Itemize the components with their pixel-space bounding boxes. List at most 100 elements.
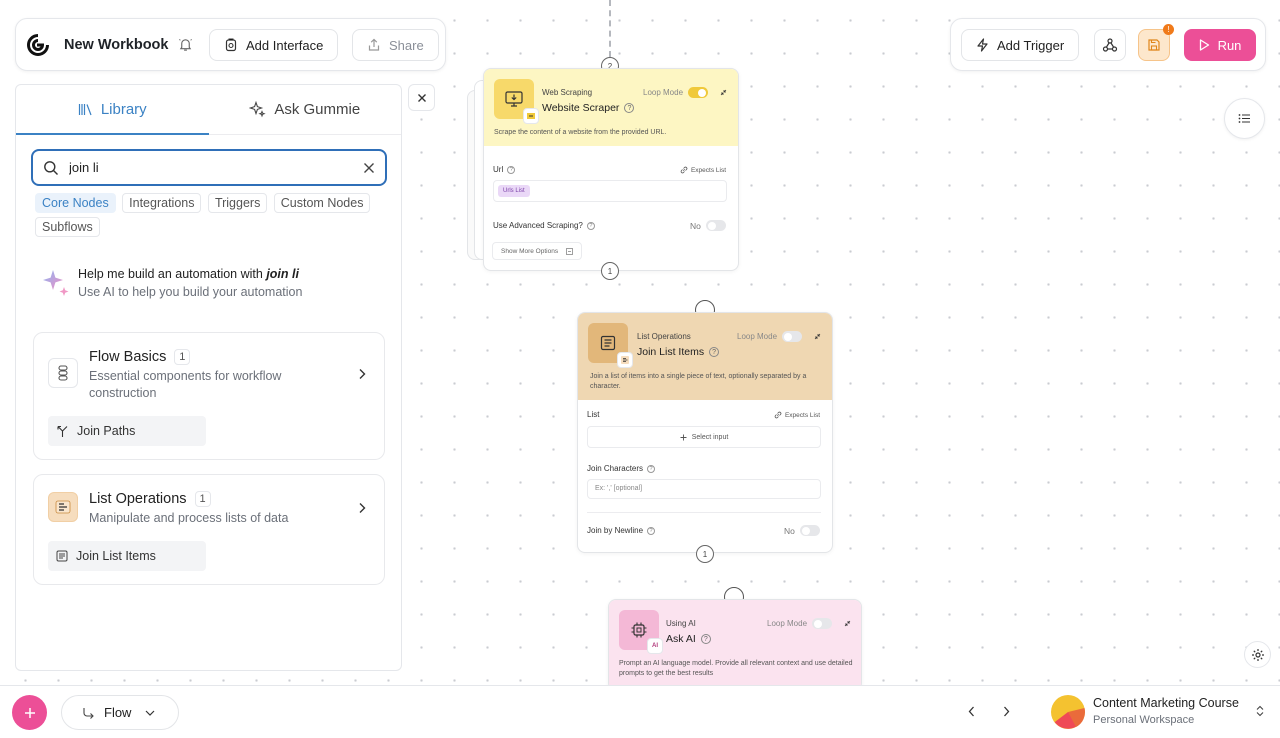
chevron-left-icon[interactable] [968,706,975,717]
run-toolbar: Add Trigger ! Run [950,18,1266,71]
flow-basics-count: 1 [174,349,191,365]
expects-list-label: Expects List [690,166,726,174]
webhook-button[interactable] [1094,29,1126,61]
add-node-button[interactable] [12,695,47,730]
urls-list-chip-label: Urls List [503,188,525,194]
tab-library[interactable]: Library [16,85,209,135]
join-chars-placeholder: Ex: ',' [optional] [595,485,643,492]
node-join-list-items[interactable]: List Operations Join List Items ? Loop M… [577,312,833,553]
tab-library-label: Library [100,101,147,118]
node-header: List Operations Join List Items ? Loop M… [578,313,832,400]
library-search-box [31,149,387,186]
node-description: Scrape the content of a website from the… [494,129,667,136]
node-title: Join List Items ? [637,346,720,358]
flow-mode-select[interactable]: Flow [61,695,179,730]
collapse-icon[interactable] [844,620,851,627]
node-website-scraper[interactable]: Web Scraping Website Scraper ? Loop Mode… [483,68,739,271]
play-icon [1199,39,1210,51]
loop-mode-toggle[interactable] [688,87,709,98]
url-label: Url [493,165,504,174]
node-outline-button[interactable] [1224,98,1265,139]
plus-icon [24,707,36,719]
lightning-icon [976,38,989,52]
collapse-icon[interactable] [814,333,821,340]
flow-icon [82,707,94,719]
output-port[interactable]: 1 [696,545,714,563]
help-icon[interactable]: ? [647,464,656,473]
node-ask-ai[interactable]: AI Using AI Ask AI ? Loop Mode Prompt an… [608,599,862,692]
output-port[interactable]: 1 [601,262,619,280]
join-list-title: Join List Items [637,346,705,358]
node-item-join-list-items[interactable]: Join List Items [48,541,206,571]
sparkle-icon [249,101,266,118]
chevron-right-icon[interactable] [1003,706,1010,717]
save-button[interactable]: ! [1138,24,1174,61]
collapse-icon[interactable] [720,89,727,96]
select-input-box[interactable]: Select input [587,426,821,448]
add-interface-button[interactable]: Add Interface [209,29,339,61]
ai-badge: AI [647,638,663,654]
join-by-newline-toggle[interactable] [799,525,820,536]
loop-mode-toggle[interactable] [782,331,803,342]
add-trigger-button[interactable]: Add Trigger [961,29,1080,61]
node-header: Web Scraping Website Scraper ? Loop Mode… [484,69,738,146]
chevron-down-icon [145,710,155,716]
help-icon[interactable]: ? [507,165,516,174]
bottom-bar: Flow Content Marketing Course Personal W… [0,685,1280,738]
urls-list-chip[interactable]: Urls List [498,185,530,197]
help-icon[interactable]: ? [624,103,635,113]
show-more-options-button[interactable]: Show More Options [492,242,583,260]
run-button[interactable]: Run [1184,29,1256,61]
tab-ask-gummie[interactable]: Ask Gummie [209,85,402,134]
list-label: List [587,410,600,419]
chevron-right-icon[interactable] [358,368,366,380]
expects-list-indicator: Expects List [680,166,726,174]
help-icon[interactable]: ? [709,347,720,357]
list-operations-description: Manipulate and process lists of data [89,511,289,525]
flow-basics-title: Flow Basics [89,349,167,365]
share-button[interactable]: Share [352,29,439,61]
add-trigger-label: Add Trigger [997,37,1065,53]
close-panel-button[interactable] [408,84,435,111]
node-category: Using AI [666,619,696,628]
url-input[interactable]: Urls List [493,180,727,202]
clear-search-icon[interactable] [363,162,375,174]
library-search-input[interactable] [69,160,353,175]
workspace-name: Content Marketing Course [1093,696,1239,710]
filter-integrations[interactable]: Integrations [122,193,202,213]
ai-help-suggestion[interactable]: Help me build an automation with join li… [40,265,380,305]
merge-icon [56,425,69,438]
category-card-flow-basics[interactable]: Flow Basics 1 Essential components for w… [33,332,385,460]
chevron-right-icon[interactable] [358,502,366,514]
loop-mode-label: Loop Mode [737,332,778,341]
workspace-subtitle: Personal Workspace [1093,714,1195,726]
help-icon[interactable]: ? [700,634,711,644]
loop-mode-toggle[interactable] [812,618,833,629]
url-field-label: Url ? [493,165,516,174]
category-card-list-operations[interactable]: List Operations 1 Manipulate and process… [33,474,385,585]
advanced-scraping-toggle[interactable] [705,220,726,231]
canvas-settings-button[interactable] [1244,641,1271,668]
filter-subflows[interactable]: Subflows [35,217,100,237]
flow-basics-description: Essential components for workflow constr… [89,369,282,400]
help-icon[interactable]: ? [647,526,656,535]
ai-sparkle-icon [40,267,72,299]
filter-core-nodes[interactable]: Core Nodes [35,193,116,213]
filter-custom-nodes[interactable]: Custom Nodes [273,193,371,213]
bell-icon[interactable] [178,37,193,52]
advanced-value: No [690,220,701,231]
loop-mode-control: Loop Mode [643,87,709,98]
webhook-icon [1102,37,1118,53]
help-icon[interactable]: ? [586,221,595,230]
node-item-join-paths[interactable]: Join Paths [48,416,206,446]
filter-chips: Core Nodes Integrations Triggers Custom … [35,191,385,239]
workbook-header: New Workbook Add Interface Share [15,18,446,71]
join-characters-input[interactable]: Ex: ',' [optional] [587,479,821,499]
loop-mode-label: Loop Mode [643,88,684,97]
workbook-title[interactable]: New Workbook [64,37,168,53]
workspace-switcher[interactable]: Content Marketing Course Personal Worksp… [1050,693,1272,731]
list-icon [1238,113,1251,124]
filter-triggers[interactable]: Triggers [207,193,268,213]
app-logo[interactable] [26,33,50,57]
ai-help-query: join li [266,267,299,281]
